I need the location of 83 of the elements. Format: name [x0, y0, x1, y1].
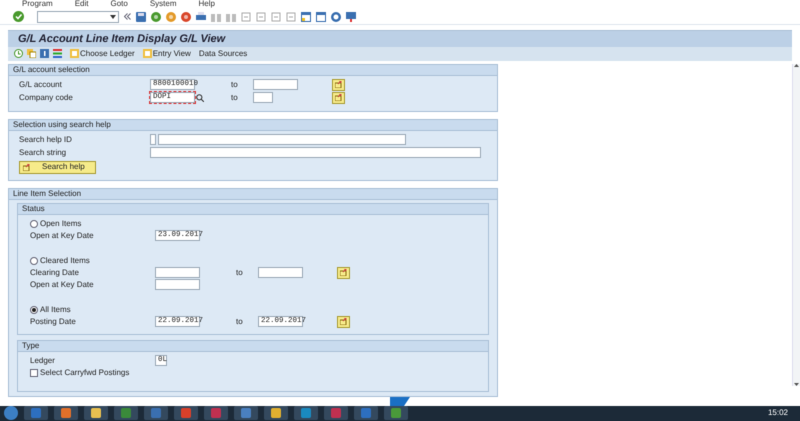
- field-label: to: [236, 316, 244, 328]
- field-label: to: [236, 266, 244, 279]
- input-field[interactable]: [258, 267, 303, 278]
- arrow-icon: [335, 94, 342, 102]
- toolbar-button[interactable]: Entry View: [142, 48, 191, 60]
- menu-item[interactable]: Edit: [74, 0, 88, 8]
- start-icon[interactable]: [4, 406, 18, 420]
- radio-button[interactable]: [30, 220, 38, 228]
- group-title: Selection using search help: [12, 118, 111, 131]
- toolbar-button[interactable]: Choose Ledger: [70, 48, 135, 60]
- dropdown-icon: [110, 14, 116, 19]
- taskbar-app-icon[interactable]: [114, 406, 138, 420]
- execute-icon[interactable]: [14, 49, 23, 58]
- taskbar-app-icon[interactable]: [384, 406, 408, 420]
- printer-icon[interactable]: [196, 12, 206, 22]
- taskbar-app-icon[interactable]: [84, 406, 108, 420]
- field-label: Clearing Date: [30, 266, 80, 279]
- new-session-icon[interactable]: [301, 12, 311, 22]
- arrow-icon: [340, 318, 347, 326]
- field-label: Ledger: [30, 354, 56, 367]
- list-icon[interactable]: [53, 49, 62, 58]
- input-field[interactable]: [155, 267, 200, 278]
- search-icon[interactable]: [196, 94, 204, 102]
- field-label: to: [231, 92, 239, 104]
- help-icon[interactable]: [331, 12, 341, 22]
- info-icon[interactable]: [40, 49, 49, 58]
- window-title: G/L Account Line Item Display G/L View: [17, 32, 226, 47]
- group-title: G/L account selection: [12, 64, 90, 76]
- scrollbar[interactable]: [792, 64, 800, 386]
- menu-item[interactable]: Program: [22, 0, 53, 8]
- input-field[interactable]: [150, 134, 156, 146]
- group-title: Line Item Selection: [12, 188, 82, 200]
- field-label: Open at Key Date: [30, 278, 95, 291]
- back-icon[interactable]: [151, 12, 161, 22]
- toolbar-button[interactable]: Data Sources: [198, 48, 248, 60]
- exit-icon[interactable]: [166, 12, 176, 22]
- double-chevron-icon[interactable]: [124, 13, 131, 20]
- cancel-icon[interactable]: [181, 12, 191, 22]
- arrow-icon: [340, 269, 347, 276]
- clock: 15:02: [768, 407, 788, 420]
- field-label: Search help ID: [19, 134, 73, 146]
- field-label: Search string: [19, 146, 68, 159]
- multiple-selection-button[interactable]: [337, 316, 350, 328]
- radio-button[interactable]: [30, 306, 38, 314]
- menu-item[interactable]: Help: [198, 0, 215, 8]
- input-field[interactable]: [253, 79, 298, 90]
- radio-option[interactable]: Open Items: [30, 218, 488, 230]
- radio-option[interactable]: Cleared Items: [30, 254, 488, 267]
- menu-item[interactable]: Goto: [110, 0, 128, 8]
- search-help-button[interactable]: Search help: [19, 160, 96, 174]
- input-field[interactable]: [253, 92, 273, 104]
- taskbar-app-icon[interactable]: [264, 406, 288, 420]
- group-title: Type: [21, 340, 40, 352]
- field-label: Company code: [19, 92, 74, 104]
- multiple-selection-button[interactable]: [337, 266, 350, 279]
- checkbox-option[interactable]: Select Carryfwd Postings: [30, 366, 488, 379]
- group-title: Status: [21, 202, 45, 215]
- arrow-icon: [23, 164, 30, 171]
- taskbar-app-icon[interactable]: [294, 406, 318, 420]
- check-icon[interactable]: [13, 11, 24, 22]
- field-label: Posting Date: [30, 316, 77, 328]
- radio-option[interactable]: All Items: [30, 304, 488, 316]
- input-field[interactable]: [150, 147, 481, 158]
- input-field[interactable]: [158, 134, 406, 146]
- save-icon[interactable]: [136, 12, 146, 22]
- checkbox[interactable]: [30, 368, 38, 377]
- radio-button[interactable]: [30, 256, 38, 265]
- variant-icon[interactable]: [27, 49, 36, 58]
- field-label: to: [231, 78, 239, 91]
- shortcut-icon[interactable]: [316, 12, 326, 22]
- multiple-selection-button[interactable]: [332, 92, 345, 104]
- command-field[interactable]: [37, 10, 119, 23]
- multiple-selection-button[interactable]: [332, 78, 345, 91]
- field-label: Open at Key Date: [30, 230, 95, 242]
- monitor-icon[interactable]: [346, 12, 356, 22]
- taskbar-app-icon[interactable]: [54, 406, 78, 420]
- input-field[interactable]: [155, 279, 200, 290]
- scroll-down-icon[interactable]: [794, 382, 799, 386]
- arrow-icon: [335, 81, 342, 88]
- field-label: G/L account: [19, 78, 63, 91]
- taskbar-app-icon[interactable]: [234, 406, 258, 420]
- scroll-up-icon[interactable]: [794, 64, 799, 67]
- menu-item[interactable]: System: [150, 0, 176, 8]
